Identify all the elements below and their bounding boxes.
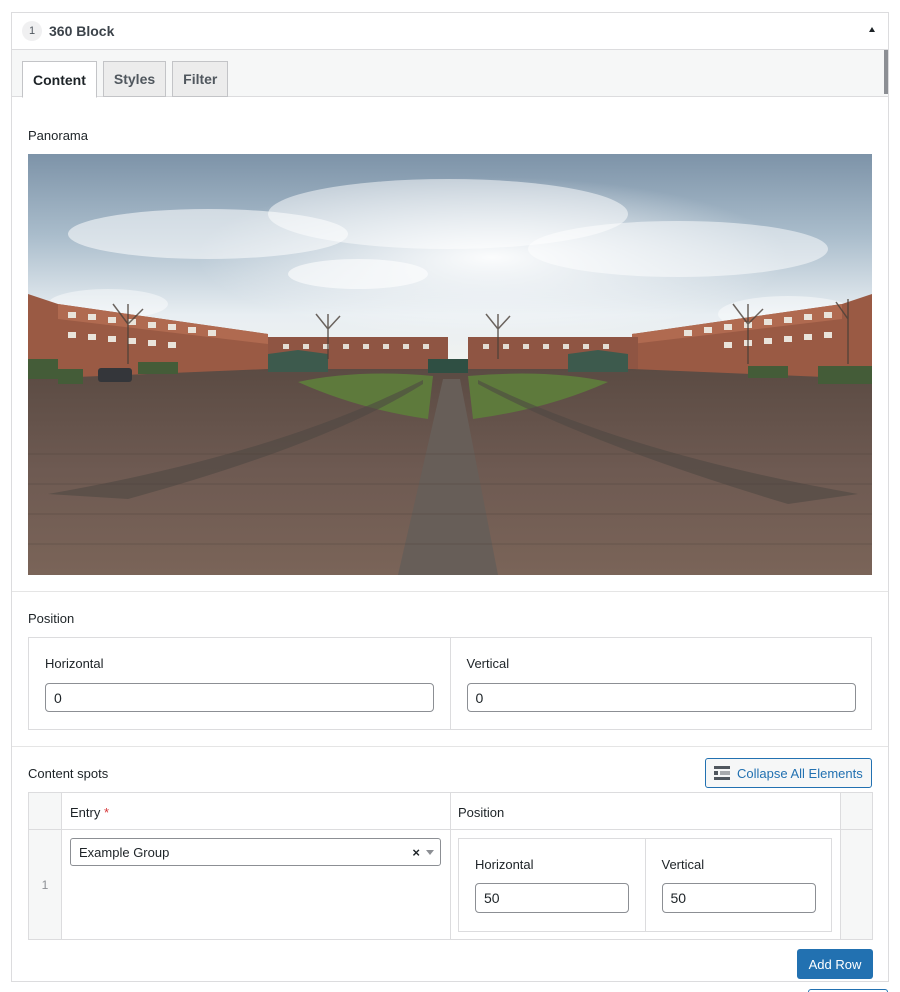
spot-horizontal-input[interactable] xyxy=(475,883,629,913)
tab-styles[interactable]: Styles xyxy=(102,61,167,97)
content-spots-field: Content spots Collapse All Elements Entr… xyxy=(12,747,888,983)
spot-horizontal-label: Horizontal xyxy=(475,857,534,872)
tab-content[interactable]: Content xyxy=(22,61,97,98)
table-header: Entry * Position xyxy=(29,793,872,830)
position-group: Horizontal Vertical xyxy=(28,637,872,730)
collapse-all-button[interactable]: Collapse All Elements xyxy=(705,758,872,788)
360-block-panel: 1 360 Block Content Styles Filter Panora… xyxy=(11,12,889,982)
panorama-label: Panorama xyxy=(28,128,88,143)
tab-filter[interactable]: Filter xyxy=(172,61,229,97)
collapse-all-label: Collapse All Elements xyxy=(737,765,863,781)
content-spots-table: Entry * Position 1 Example Group × Horiz… xyxy=(28,792,873,940)
block-header[interactable]: 1 360 Block xyxy=(12,13,888,50)
entry-select[interactable]: Example Group × xyxy=(70,838,441,866)
horizontal-label: Horizontal xyxy=(45,656,104,671)
position-label: Position xyxy=(28,611,75,626)
collapse-caret-icon[interactable] xyxy=(869,27,875,32)
entry-select-value: Example Group xyxy=(79,844,170,860)
vertical-cell: Vertical xyxy=(449,638,872,729)
spot-vertical-input[interactable] xyxy=(661,883,816,913)
row-handle[interactable]: 1 xyxy=(29,830,62,939)
position-column-header: Position xyxy=(458,805,505,820)
vertical-label: Vertical xyxy=(466,656,510,671)
add-row-button[interactable]: Add Row xyxy=(797,949,873,979)
collapse-icon xyxy=(714,766,730,780)
vertical-input[interactable] xyxy=(466,683,856,712)
block-number-badge: 1 xyxy=(22,21,42,41)
chevron-down-icon[interactable] xyxy=(426,850,434,855)
horizontal-cell: Horizontal xyxy=(29,638,450,729)
panorama-field: Panorama xyxy=(12,110,888,592)
position-field: Position Horizontal Vertical xyxy=(12,593,888,747)
panorama-image[interactable] xyxy=(28,154,872,575)
content-spots-label: Content spots xyxy=(28,766,109,781)
tab-bar: Content Styles Filter xyxy=(12,50,888,98)
spot-vertical-label: Vertical xyxy=(661,857,705,872)
scrollbar-thumb[interactable] xyxy=(884,50,888,94)
block-title: 360 Block xyxy=(49,23,115,39)
required-mark: * xyxy=(103,805,110,820)
table-row: 1 Example Group × Horizontal Vertical xyxy=(29,830,872,939)
spot-position-group: Horizontal Vertical xyxy=(458,838,832,932)
clear-icon[interactable]: × xyxy=(412,845,420,860)
row-actions[interactable] xyxy=(841,830,872,939)
horizontal-input[interactable] xyxy=(45,683,434,712)
entry-column-header: Entry * xyxy=(70,805,110,820)
